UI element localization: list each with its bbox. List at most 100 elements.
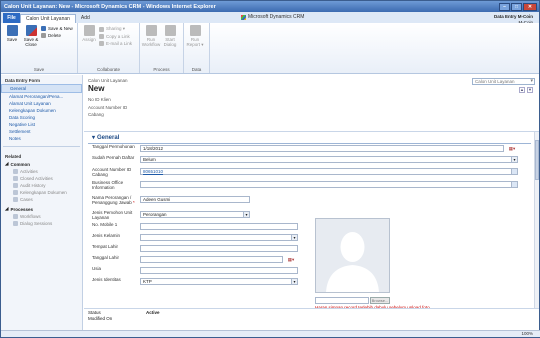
field-jenis-pemohon: Jenis Pemohon Unit Layanan Perorangan [92,210,532,220]
nav-item-alamat-unit[interactable]: Alamat Unit Layanan [1,100,82,107]
select-jenis-identitas[interactable]: KTP [140,278,298,285]
label-tempat-lahir: Tempat Lahir [92,244,119,249]
lookup-icon[interactable] [511,182,517,187]
save-new-icon [41,26,46,31]
photo-file-input[interactable] [315,297,369,304]
input-tanggal-permohonan[interactable]: 1/18/2012 [140,145,504,152]
label-jenis-identitas: Jenis Identitas [92,277,121,282]
file-tab[interactable]: File [3,13,20,23]
nav-item-general[interactable]: General [1,84,82,93]
crm-logo: Microsoft Dynamics CRM [241,14,304,20]
save-close-button[interactable]: Save & Close [22,25,40,73]
modified-on-label: Modified On [88,316,113,321]
nav-item-kelengkapan[interactable]: Kelengkapan Dokumen [1,107,82,114]
input-nama-perorangan[interactable]: Adeen Gusmi [140,196,250,203]
save-icon [6,25,18,36]
run-report-button[interactable]: Run Report ▾ [186,25,204,73]
save-new-button[interactable]: Save & New [41,26,73,31]
tab-entity[interactable]: Calon Unit Layanan [20,14,76,23]
nav-item-workflows[interactable]: Workflows [1,213,82,220]
tab-add[interactable]: Add [76,14,95,23]
data-group-label: Data [191,67,202,72]
run-report-label: Run Report ▾ [186,37,204,47]
zoom-level[interactable]: 100% [521,331,533,337]
input-tanggal-lahir[interactable] [140,256,283,263]
select-jenis-kelamin[interactable] [140,234,298,241]
form-scrollbar[interactable] [534,132,539,308]
email-link-button[interactable]: E-mail a Link [99,41,132,46]
common-label: Common [10,161,30,167]
save-group-label: Save [33,67,45,72]
left-navigation: Data Entry Form General Alamat Peroranga… [1,75,83,332]
input-no-mobile[interactable] [140,223,298,230]
assign-button[interactable]: Assign [80,25,98,73]
calendar-icon[interactable]: ▦▾ [285,256,297,263]
assign-label: Assign [82,37,96,42]
person-silhouette-icon [316,219,389,292]
lookup-icon[interactable] [511,169,517,174]
start-dialog-button[interactable]: Start Dialog [161,25,179,73]
account-number-link[interactable]: 80651010 [143,169,163,174]
nav-item-dialog-sessions[interactable]: Dialog Sessions [1,220,82,227]
collapse-icon: ◢ [5,206,9,211]
label-nama-perorangan: Nama Perorangan / Penanggung Jawab [92,195,139,205]
select-jenis-pemohon[interactable]: Perorangan [140,211,250,218]
save-close-label: Save & Close [23,37,39,47]
field-business-office: Business Office Information [92,180,532,189]
lookup-account-number[interactable]: 80651010 [140,168,518,175]
nav-item-data-scoring[interactable]: Data Scoring [1,114,82,121]
activities-label: Activities [20,169,38,174]
input-usia[interactable] [140,267,298,274]
save-close-icon [25,25,37,36]
form-footer: Status Active Modified On [84,308,539,332]
delete-icon [41,33,46,38]
header-field-cabang: Cabang [88,112,104,117]
input-tempat-lahir[interactable] [140,245,298,252]
form-selector[interactable]: Calon Unit Layanan [472,78,535,85]
save-button[interactable]: Save [3,25,21,73]
minimize-button[interactable]: – [499,2,510,11]
close-button[interactable]: ✕ [523,2,537,11]
processes-group[interactable]: ◢ Processes [1,205,82,213]
nav-item-alamat-perorangan[interactable]: Alamat Perorangan/Pena... [1,93,82,100]
delete-button[interactable]: Delete [41,33,73,38]
brand-name: Microsoft Dynamics CRM [248,14,305,20]
closed-activities-label: Closed Activities [20,176,53,181]
calendar-icon[interactable]: ▦▾ [506,145,518,152]
sharing-button[interactable]: Sharing ▾ [99,26,132,32]
form-header: Calon Unit Layanan New No ID Klien Accou… [84,75,539,132]
run-workflow-label: Run Workflow [141,37,161,47]
field-tanggal-permohonan: Tanggal Permohonan 1/18/2012 ▦▾ [92,144,532,153]
browse-button[interactable]: Browse... [370,297,390,304]
down-arrow-icon[interactable]: ▼ [527,87,533,93]
nav-item-kelengkapan-dokumen[interactable]: Kelengkapan Dokumen [1,189,82,196]
ie-statusbar: 100% [1,330,540,337]
sharing-icon [99,26,104,32]
section-title: General [97,134,120,141]
nav-item-activities[interactable]: Activities [1,168,82,175]
profile-photo [315,218,390,293]
nav-item-negative-list[interactable]: Negative List [1,121,82,128]
form-nav-header: Data Entry Form [5,78,41,83]
select-sudah-pernah-daftar[interactable]: Belum [140,156,518,163]
form-body: ▾ General Tanggal Permohonan 1/18/2012 ▦▾… [84,132,535,308]
scroll-thumb[interactable] [535,140,539,180]
nav-item-cases[interactable]: Cases [1,196,82,203]
up-arrow-icon[interactable]: ▲ [519,87,525,93]
label-jenis-pemohon: Jenis Pemohon Unit Layanan [92,210,133,220]
window-title: Calon Unit Layanan: New - Microsoft Dyna… [4,3,216,10]
lookup-business-office[interactable] [140,181,518,188]
section-general-header[interactable]: ▾ General [88,132,531,144]
run-workflow-button[interactable]: Run Workflow [142,25,160,73]
common-group[interactable]: ◢ Common [1,160,82,168]
field-no-mobile: No. Mobile 1 [92,222,532,231]
nav-item-notes[interactable]: Notes [1,135,82,142]
nav-item-audit-history[interactable]: Audit History [1,182,82,189]
browser-window: Calon Unit Layanan: New - Microsoft Dyna… [0,0,540,338]
nav-item-closed-activities[interactable]: Closed Activities [1,175,82,182]
nav-item-settlement[interactable]: Settlement [1,128,82,135]
nav-divider [3,146,80,147]
copy-link-button[interactable]: Copy a Link [99,34,132,39]
maximize-button[interactable]: □ [511,2,522,11]
label-jenis-kelamin: Jenis Kelamin [92,233,121,238]
